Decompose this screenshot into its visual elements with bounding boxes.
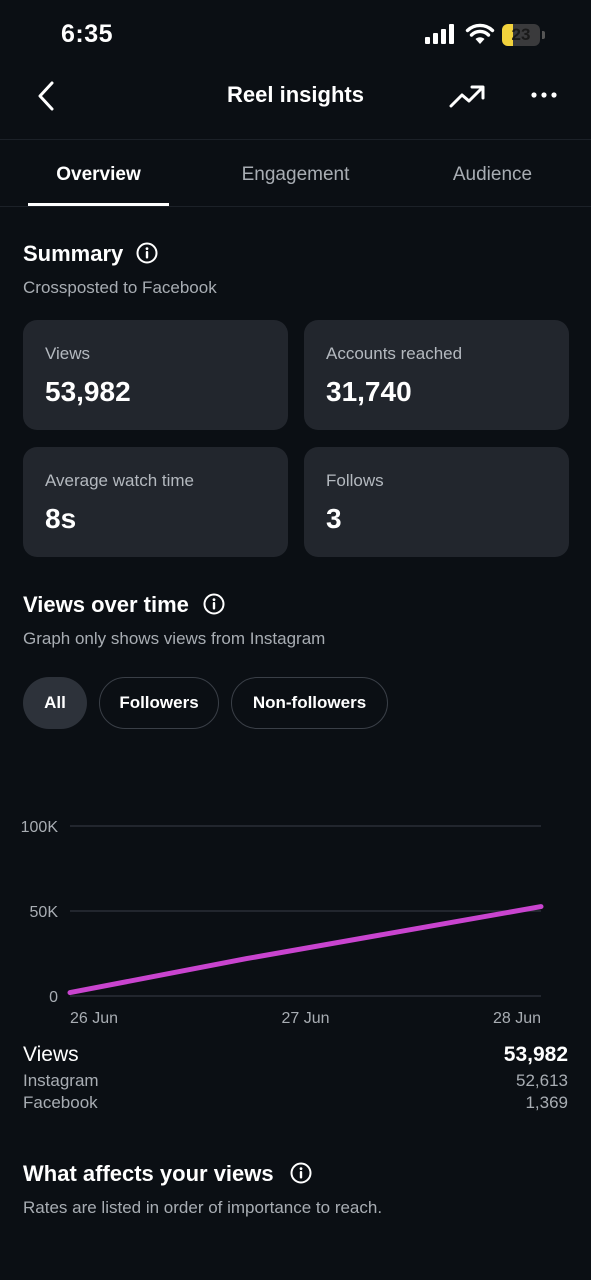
card-value: 8s	[45, 503, 77, 534]
tab-bar: Overview Engagement Audience	[0, 140, 591, 206]
views-over-time-subtitle: Graph only shows views from Instagram	[23, 629, 326, 648]
tab-audience[interactable]: Audience	[422, 164, 563, 186]
y-tick-label: 50K	[30, 904, 59, 921]
tabs-divider	[0, 206, 591, 207]
views-total-label: Views	[23, 1043, 79, 1066]
card-value: 53,982	[45, 376, 131, 407]
views-total-value: 53,982	[503, 1043, 568, 1066]
views-over-time-info-icon[interactable]	[203, 593, 225, 615]
what-affects-subtitle: Rates are listed in order of importance …	[23, 1198, 383, 1217]
views-total-row: Views 53,982	[23, 1043, 568, 1071]
card-label: Views	[45, 344, 91, 363]
battery-icon: 23	[502, 24, 540, 46]
card-label: Accounts reached	[326, 344, 463, 363]
breakdown-value: 52,613	[516, 1071, 568, 1090]
views-over-time-chart: 100K 50K 0 26 Jun 27 Jun 28 Jun	[21, 819, 544, 1027]
card-label: Follows	[326, 471, 384, 490]
filter-non-followers-chip[interactable]: Non-followers	[231, 677, 388, 729]
what-affects-title: What affects your views	[23, 1161, 274, 1186]
filter-followers-chip[interactable]: Followers	[99, 677, 219, 729]
y-tick-label: 0	[49, 989, 58, 1006]
card-value: 3	[326, 503, 342, 534]
average-watch-time-card: Average watch time 8s	[23, 447, 288, 557]
breakdown-label: Facebook	[23, 1093, 98, 1112]
card-label: Average watch time	[45, 471, 194, 490]
card-value: 31,740	[326, 376, 412, 407]
battery-level: 23	[511, 25, 531, 44]
views-instagram-row: Instagram 52,613	[23, 1071, 568, 1093]
accounts-reached-card: Accounts reached 31,740	[304, 320, 569, 430]
wifi-icon	[465, 23, 495, 44]
views-facebook-row: Facebook 1,369	[23, 1093, 568, 1115]
summary-info-icon[interactable]	[136, 242, 158, 264]
breakdown-value: 1,369	[525, 1093, 568, 1112]
cellular-signal-icon	[425, 24, 457, 44]
views-card: Views 53,982	[23, 320, 288, 430]
tab-overview[interactable]: Overview	[28, 164, 169, 186]
y-tick-label: 100K	[21, 819, 59, 836]
views-series-line	[67, 904, 544, 996]
tab-engagement[interactable]: Engagement	[225, 164, 366, 186]
x-tick-label: 27 Jun	[281, 1010, 329, 1027]
summary-title: Summary	[23, 241, 124, 266]
page-title: Reel insights	[227, 82, 364, 107]
status-time: 6:35	[61, 20, 114, 48]
follows-card: Follows 3	[304, 447, 569, 557]
trending-up-icon[interactable]	[449, 82, 485, 110]
summary-subtitle: Crossposted to Facebook	[23, 278, 217, 297]
battery-tip	[542, 31, 545, 39]
more-options-icon[interactable]	[530, 88, 558, 102]
x-tick-label: 26 Jun	[70, 1010, 118, 1027]
what-affects-info-icon[interactable]	[290, 1162, 312, 1184]
x-tick-label: 28 Jun	[493, 1010, 541, 1027]
filter-all-chip[interactable]: All	[23, 677, 87, 729]
views-over-time-title: Views over time	[23, 592, 189, 617]
breakdown-label: Instagram	[23, 1071, 99, 1090]
